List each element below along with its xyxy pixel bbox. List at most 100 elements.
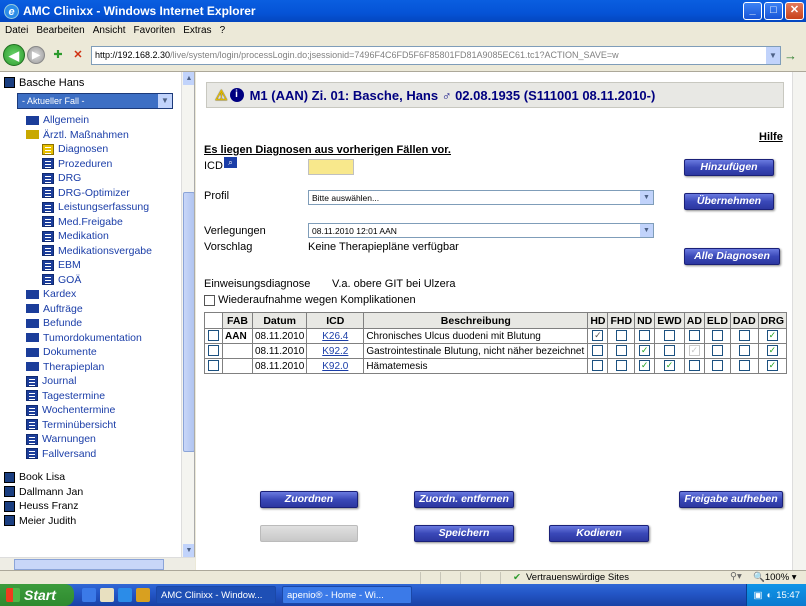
sidebar-item-medikationsvergabe[interactable]: Medikationsvergabe (0, 244, 194, 259)
fhd-checkbox[interactable] (615, 330, 627, 342)
sidebar-item-med-freigabe[interactable]: Med.Freigabe (0, 215, 194, 230)
sidebar-item-prozeduren[interactable]: Prozeduren (0, 157, 194, 172)
ad-cell[interactable] (683, 358, 705, 374)
column-header[interactable]: DAD (729, 312, 759, 329)
row-select-cell[interactable] (204, 343, 223, 359)
favorites-add-icon[interactable]: ✚ (51, 48, 65, 62)
column-header[interactable]: HD (587, 312, 609, 329)
sidebar-item-drg-optimizer[interactable]: DRG-Optimizer (0, 186, 194, 201)
hd-cell[interactable]: ✓ (587, 328, 609, 344)
nd-cell[interactable]: ✓ (634, 343, 656, 359)
sidebar-hscrollbar[interactable] (0, 557, 195, 570)
dad-cell[interactable] (729, 343, 759, 359)
eld-cell[interactable] (703, 343, 731, 359)
sidebar-item-kardex[interactable]: Kardex (0, 287, 194, 302)
dad-cell[interactable] (729, 328, 759, 344)
menu-bearbeiten[interactable]: Bearbeiten (36, 25, 84, 36)
column-header[interactable]: ICD (306, 312, 365, 329)
menu-datei[interactable]: Datei (5, 25, 28, 36)
sidebar-item-medikation[interactable]: Medikation (0, 229, 194, 244)
ewd-cell[interactable] (654, 328, 685, 344)
release-cancel-button[interactable]: Freigabe aufheben (679, 491, 783, 508)
column-header[interactable]: FHD (607, 312, 636, 329)
sidebar-item-aerztl-massnahmen[interactable]: Ärztl. Maßnahmen (0, 128, 194, 143)
column-header[interactable]: EWD (654, 312, 685, 329)
hd-cell[interactable] (587, 343, 609, 359)
eld-cell[interactable] (703, 328, 731, 344)
sidebar-item-goae[interactable]: GOÄ (0, 273, 194, 288)
sidebar-item-tagestermine[interactable]: Tagestermine (0, 389, 194, 404)
nd-checkbox[interactable]: ✓ (639, 360, 651, 372)
table-row[interactable]: AAN 08.11.2010 K26.4 Chronisches Ulcus d… (204, 328, 788, 344)
sidebar-item-wochentermine[interactable]: Wochentermine (0, 403, 194, 418)
network-icon[interactable]: ▣ (753, 590, 762, 601)
sidebar-item-drg[interactable]: DRG (0, 171, 194, 186)
sidebar-scrollbar[interactable]: ▲ ▼ (181, 72, 194, 557)
sidebar-patient-heuss-franz[interactable]: Heuss Franz (0, 499, 194, 514)
sidebar-item-leistungserfassung[interactable]: Leistungserfassung (0, 200, 194, 215)
drg-checkbox[interactable]: ✓ (766, 345, 778, 357)
row-select-checkbox[interactable] (208, 330, 219, 342)
scroll-down-icon[interactable]: ▼ (183, 544, 194, 557)
dad-checkbox[interactable] (738, 360, 750, 372)
help-link[interactable]: Hilfe (759, 131, 783, 143)
fhd-cell[interactable] (607, 358, 636, 374)
column-header[interactable]: ELD (703, 312, 731, 329)
add-button[interactable]: Hinzufügen (684, 159, 774, 176)
sidebar-item-ebm[interactable]: EBM (0, 258, 194, 273)
ie-icon[interactable] (118, 588, 132, 602)
row-select-checkbox[interactable] (208, 345, 219, 357)
sidebar-patient-dallmann-jan[interactable]: Dallmann Jan (0, 485, 194, 500)
hd-checkbox[interactable] (592, 345, 604, 357)
ad-cell[interactable] (683, 328, 705, 344)
icd-link[interactable]: K92.2 (306, 343, 365, 359)
volume-icon[interactable]: ◐ (766, 590, 772, 601)
verlegungen-select[interactable]: 08.11.2010 12:01 AAN ▼ (308, 223, 654, 238)
row-select-checkbox[interactable] (208, 360, 219, 372)
sidebar-item-befunde[interactable]: Befunde (0, 316, 194, 331)
drg-checkbox[interactable]: ✓ (766, 330, 778, 342)
eld-checkbox[interactable] (711, 330, 723, 342)
zoom-level[interactable]: 🔍100% ▾ (753, 572, 797, 583)
dad-checkbox[interactable] (738, 345, 750, 357)
table-row[interactable]: 08.11.2010 K92.0 Hämatemesis ✓ ✓ ✓ (204, 358, 788, 374)
row-select-cell[interactable] (204, 328, 223, 344)
sidebar-item-fallversand[interactable]: Fallversand (0, 447, 194, 462)
dad-checkbox[interactable] (738, 330, 750, 342)
ad-checkbox[interactable] (688, 330, 700, 342)
ewd-checkbox[interactable]: ✓ (664, 360, 675, 372)
scroll-up-icon[interactable]: ▲ (183, 72, 194, 85)
apply-button[interactable]: Übernehmen (684, 193, 774, 210)
nd-checkbox[interactable]: ✓ (639, 345, 651, 357)
show-desktop-icon[interactable] (82, 588, 96, 602)
profil-select[interactable]: Bitte auswählen... ▼ (308, 190, 654, 205)
column-header[interactable]: AD (683, 312, 705, 329)
sidebar-item-allgemein[interactable]: Allgemein (0, 113, 194, 128)
ewd-cell[interactable]: ✓ (654, 358, 685, 374)
sidebar-patient-book-lisa[interactable]: Book Lisa (0, 470, 194, 485)
taskbar-item-amc-clinixx[interactable]: AMC Clinixx - Window... (156, 586, 276, 604)
menu-ansicht[interactable]: Ansicht (93, 25, 126, 36)
minimize-button[interactable]: _ (743, 2, 762, 20)
sidebar-item-tumordokumentation[interactable]: Tumordokumentation (0, 331, 194, 346)
menu-favoriten[interactable]: Favoriten (134, 25, 176, 36)
column-header[interactable]: DRG (757, 312, 788, 329)
fhd-cell[interactable] (607, 343, 636, 359)
address-dropdown-icon[interactable]: ▼ (766, 46, 780, 64)
sidebar-item-dokumente[interactable]: Dokumente (0, 345, 194, 360)
back-button[interactable]: ◀ (3, 44, 25, 66)
hd-checkbox[interactable]: ✓ (592, 330, 604, 342)
column-header[interactable]: Beschreibung (363, 312, 589, 329)
ewd-checkbox[interactable] (664, 345, 675, 357)
wiederaufnahme-checkbox-row[interactable]: Wiederaufnahme wegen Komplikationen (204, 294, 416, 306)
stop-icon[interactable]: ✕ (71, 48, 85, 62)
fhd-checkbox[interactable] (615, 360, 627, 372)
forward-button[interactable]: ▶ (27, 46, 45, 64)
assign-button[interactable]: Zuordnen (260, 491, 358, 508)
ewd-checkbox[interactable] (664, 330, 675, 342)
sidebar-item-journal[interactable]: Journal (0, 374, 194, 389)
nd-cell[interactable]: ✓ (634, 358, 656, 374)
info-icon[interactable]: i (229, 88, 244, 102)
window-titlebar[interactable]: e AMC Clinixx - Windows Internet Explore… (0, 0, 806, 22)
column-header[interactable]: Datum (251, 312, 308, 329)
